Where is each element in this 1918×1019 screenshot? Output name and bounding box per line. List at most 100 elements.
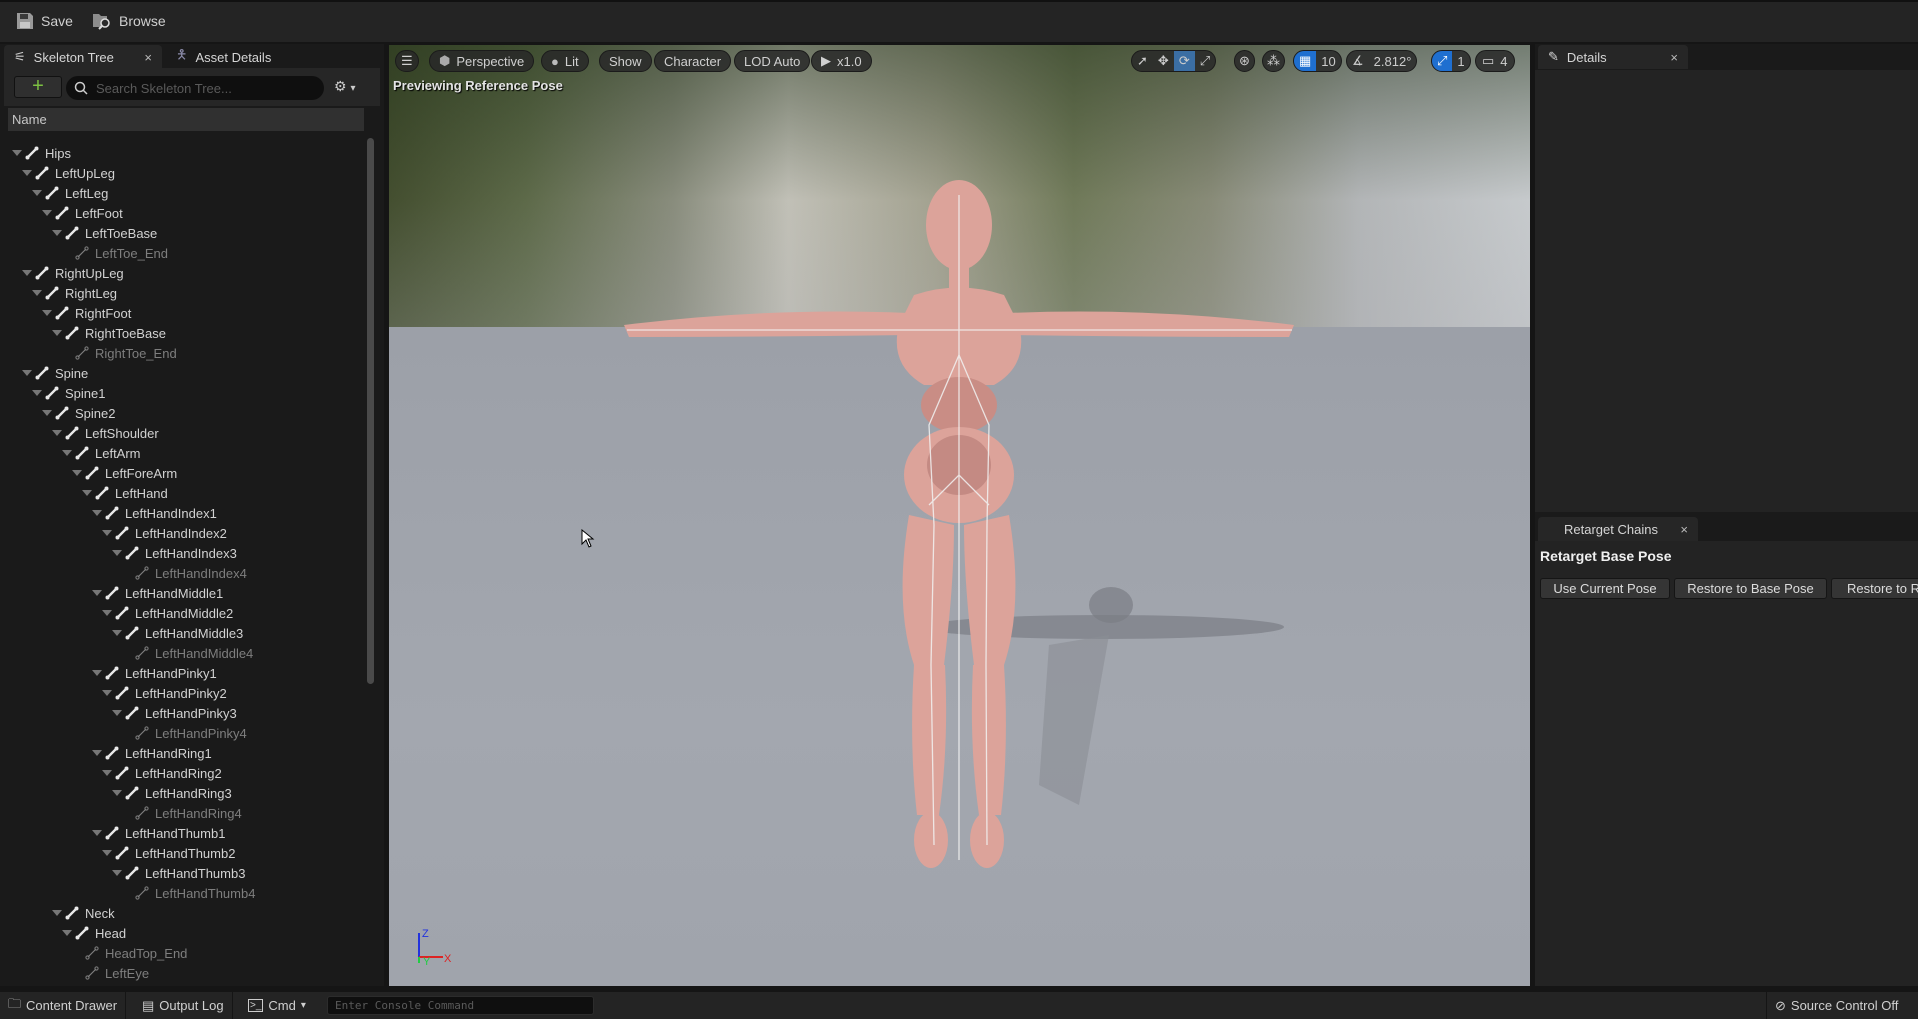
select-mode-button[interactable]: ➚ <box>1132 51 1153 71</box>
rotation-snap-toggle[interactable]: ∡ <box>1347 51 1369 71</box>
expand-arrow-icon[interactable] <box>112 870 122 876</box>
expand-arrow-icon[interactable] <box>102 770 112 776</box>
tree-row-bone[interactable]: LeftHandThumb4 <box>122 883 255 903</box>
column-header-name[interactable]: Name <box>8 108 364 131</box>
tree-row-bone[interactable]: LeftHandIndex1 <box>92 503 217 523</box>
tree-row-bone[interactable]: LeftHandRing4 <box>122 803 242 823</box>
tree-row-bone[interactable]: LeftHandRing1 <box>92 743 212 763</box>
tree-row-bone[interactable]: Spine <box>22 363 88 383</box>
tree-row-bone[interactable]: LeftHandThumb2 <box>102 843 235 863</box>
show-button[interactable]: Show <box>599 50 652 72</box>
browse-button[interactable]: Browse <box>92 12 166 30</box>
expand-arrow-icon[interactable] <box>12 150 22 156</box>
tree-row-bone[interactable]: RightLeg <box>32 283 117 303</box>
tree-row-bone[interactable]: LeftHandMiddle2 <box>102 603 233 623</box>
expand-arrow-icon[interactable] <box>92 830 102 836</box>
expand-arrow-icon[interactable] <box>52 910 62 916</box>
tree-row-bone[interactable]: Head <box>62 923 126 943</box>
rotate-mode-button[interactable]: ⟳ <box>1173 51 1195 71</box>
expand-arrow-icon[interactable] <box>62 930 72 936</box>
tree-row-bone[interactable]: Hips <box>12 143 71 163</box>
tree-row-bone[interactable]: LeftArm <box>62 443 141 463</box>
expand-arrow-icon[interactable] <box>112 630 122 636</box>
tree-row-bone[interactable]: LeftHandIndex2 <box>102 523 227 543</box>
use-current-pose-button[interactable]: Use Current Pose <box>1540 578 1670 599</box>
expand-arrow-icon[interactable] <box>72 470 82 476</box>
expand-arrow-icon[interactable] <box>22 170 32 176</box>
tree-scrollbar[interactable] <box>367 138 374 684</box>
close-icon[interactable]: × <box>144 50 152 65</box>
cmd-dropdown[interactable]: >_ Cmd ▾ <box>240 992 314 1019</box>
expand-arrow-icon[interactable] <box>82 490 92 496</box>
expand-arrow-icon[interactable] <box>92 670 102 676</box>
save-button[interactable]: Save <box>16 12 73 30</box>
expand-arrow-icon[interactable] <box>52 430 62 436</box>
expand-arrow-icon[interactable] <box>22 270 32 276</box>
expand-arrow-icon[interactable] <box>112 710 122 716</box>
viewport-menu-button[interactable]: ☰ <box>395 50 419 72</box>
expand-arrow-icon[interactable] <box>102 610 112 616</box>
scale-mode-button[interactable]: ⤢ <box>1195 51 1215 71</box>
expand-arrow-icon[interactable] <box>32 290 42 296</box>
tree-row-bone[interactable]: LeftHandIndex4 <box>122 563 247 583</box>
tree-row-bone[interactable]: LeftLeg <box>32 183 108 203</box>
character-button[interactable]: Character <box>654 50 732 72</box>
content-drawer-button[interactable]: 🗀 Content Drawer <box>0 992 127 1019</box>
viewport[interactable]: ☰ ⬢ Perspective ● Lit Show Character LOD A… <box>389 45 1530 986</box>
close-icon[interactable]: × <box>1680 522 1688 537</box>
source-control-button[interactable]: ⊘ Source Control Off <box>1766 992 1906 1019</box>
tree-row-bone[interactable]: LeftShoulder <box>52 423 159 443</box>
tree-row-bone[interactable]: LeftHandRing2 <box>102 763 222 783</box>
search-input[interactable] <box>96 80 296 96</box>
tree-row-bone[interactable]: Spine1 <box>32 383 105 403</box>
translate-mode-button[interactable]: ✥ <box>1153 51 1174 71</box>
tree-row-bone[interactable]: LeftHandPinky1 <box>92 663 217 683</box>
restore-to-reference-button[interactable]: Restore to R <box>1831 578 1918 599</box>
expand-arrow-icon[interactable] <box>102 690 112 696</box>
camera-speed-button[interactable]: ▭ 4 <box>1475 50 1515 72</box>
coordinate-system-button[interactable]: ⊛ <box>1234 50 1255 72</box>
scale-snap-value[interactable]: 1 <box>1452 51 1469 71</box>
tree-row-bone[interactable]: LeftEye <box>72 963 149 983</box>
tree-row-bone[interactable]: RightToe_End <box>62 343 177 363</box>
tree-row-bone[interactable]: LeftToe_End <box>62 243 168 263</box>
tree-row-bone[interactable]: Spine2 <box>42 403 115 423</box>
expand-arrow-icon[interactable] <box>62 450 72 456</box>
expand-arrow-icon[interactable] <box>52 230 62 236</box>
expand-arrow-icon[interactable] <box>52 330 62 336</box>
rotation-snap-value[interactable]: 2.812° <box>1369 51 1417 71</box>
grid-snap-value[interactable]: 10 <box>1316 51 1340 71</box>
console-command-input[interactable] <box>328 997 593 1014</box>
playback-speed-button[interactable]: ▶ x1.0 <box>811 50 872 72</box>
tree-row-bone[interactable]: LeftForeArm <box>72 463 177 483</box>
tree-row-bone[interactable]: RightToeBase <box>52 323 166 343</box>
surface-snap-button[interactable]: ⁂ <box>1262 50 1285 72</box>
settings-button[interactable]: ⚙ ▾ <box>334 78 355 95</box>
perspective-button[interactable]: ⬢ Perspective <box>429 50 535 72</box>
tree-row-bone[interactable]: Neck <box>52 903 115 923</box>
tree-row-bone[interactable]: RightFoot <box>42 303 131 323</box>
tree-row-bone[interactable]: LeftHandIndex3 <box>112 543 237 563</box>
tree-row-bone[interactable]: LeftFoot <box>42 203 123 223</box>
tree-row-bone[interactable]: LeftUpLeg <box>22 163 115 183</box>
tree-row-bone[interactable]: HeadTop_End <box>72 943 187 963</box>
tree-row-bone[interactable]: LeftHandThumb1 <box>92 823 225 843</box>
expand-arrow-icon[interactable] <box>42 310 52 316</box>
output-log-button[interactable]: ▤ Output Log <box>134 992 233 1019</box>
expand-arrow-icon[interactable] <box>112 550 122 556</box>
tree-row-bone[interactable]: RightEye <box>72 983 158 985</box>
expand-arrow-icon[interactable] <box>32 390 42 396</box>
expand-arrow-icon[interactable] <box>92 510 102 516</box>
tree-row-bone[interactable]: LeftHandPinky2 <box>102 683 227 703</box>
scale-snap-toggle[interactable]: ⤢ <box>1432 51 1453 71</box>
tree-row-bone[interactable]: LeftHandMiddle1 <box>92 583 223 603</box>
add-button[interactable]: + <box>14 76 62 98</box>
tree-row-bone[interactable]: LeftHand <box>82 483 168 503</box>
expand-arrow-icon[interactable] <box>92 590 102 596</box>
lit-button[interactable]: ● Lit <box>541 50 589 72</box>
expand-arrow-icon[interactable] <box>22 370 32 376</box>
tree-row-bone[interactable]: LeftHandThumb3 <box>112 863 245 883</box>
tree-row-bone[interactable]: LeftToeBase <box>52 223 157 243</box>
tree-row-bone[interactable]: LeftHandMiddle4 <box>122 643 253 663</box>
tree-row-bone[interactable]: LeftHandMiddle3 <box>112 623 243 643</box>
